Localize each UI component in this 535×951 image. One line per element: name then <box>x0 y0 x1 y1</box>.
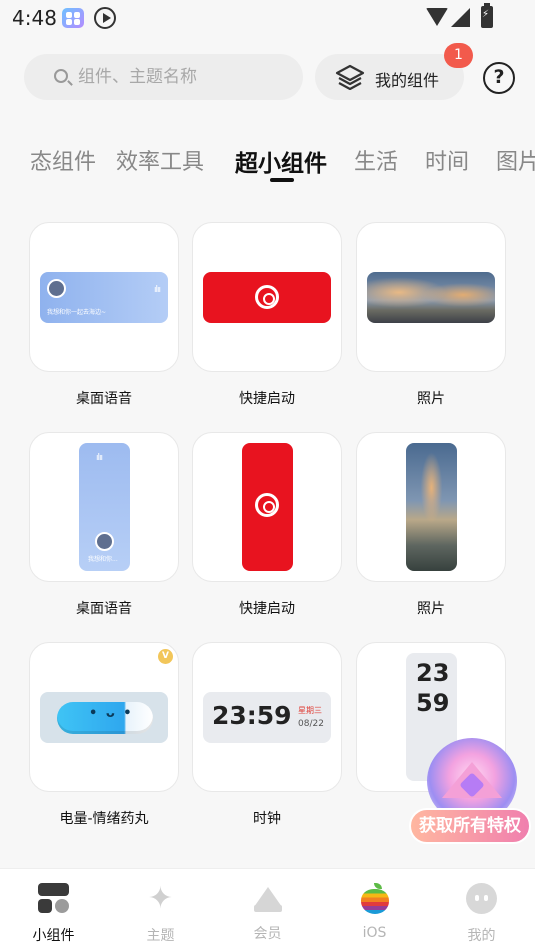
tab-pictures[interactable]: 图片 <box>496 144 535 176</box>
widget-caption: 时钟 <box>253 811 281 827</box>
netease-music-icon <box>255 285 279 309</box>
vip-badge-icon: V <box>158 649 173 664</box>
search-bar[interactable] <box>24 54 303 100</box>
search-input[interactable] <box>78 54 293 100</box>
soundwave-icon: ılıı <box>96 453 103 463</box>
voice-widget-preview: ılıı 我想和你... <box>79 443 130 571</box>
clock-time: 23:59 <box>212 701 292 730</box>
netease-music-icon <box>255 493 279 517</box>
nav-item-mine[interactable]: 我的 <box>428 869 535 951</box>
widget-card-photo-tall[interactable] <box>356 432 506 582</box>
get-all-privileges-button[interactable]: 获取所有特权 <box>409 808 531 844</box>
soundwave-icon: ılıı <box>153 285 161 295</box>
widget-caption: 电量-情绪药丸 <box>59 811 149 827</box>
widget-card-quick-launch-wide[interactable] <box>192 222 342 372</box>
nav-label: 会员 <box>253 926 282 942</box>
battery-charging-icon <box>481 3 493 28</box>
widget-card-quick-launch-tall[interactable] <box>192 432 342 582</box>
clock-date: 08/22 <box>298 719 324 729</box>
photo-preview <box>367 272 495 323</box>
battery-pill-preview: • ᴗ • <box>40 692 168 743</box>
voice-preview-text: 我想和你... <box>88 556 118 563</box>
app-notification-icon <box>62 8 84 28</box>
widget-card-desktop-voice-tall[interactable]: ılıı 我想和你... <box>29 432 179 582</box>
tab-life[interactable]: 生活 <box>354 144 398 176</box>
my-widgets-label: 我的组件 <box>375 71 440 90</box>
my-widgets-button[interactable]: 我的组件 <box>315 54 464 100</box>
active-tab-indicator <box>270 178 294 182</box>
crown-icon <box>252 883 283 914</box>
clock-preview: 23:59 星期三 08/22 <box>203 692 331 743</box>
photo-preview <box>406 443 457 571</box>
voice-widget-preview: ılıı 我想和你一起去海边~ <box>40 272 168 323</box>
apple-icon <box>359 883 390 914</box>
nav-label: 主题 <box>146 928 175 944</box>
nav-label: 我的 <box>467 928 496 944</box>
tab-time[interactable]: 时间 <box>425 144 469 176</box>
tab-mini-widgets[interactable]: 超小组件 <box>235 144 327 178</box>
voice-preview-text: 我想和你一起去海边~ <box>47 309 107 316</box>
my-widgets-badge: 1 <box>444 43 473 68</box>
status-bar: 4:48 <box>0 0 535 36</box>
clock-hours: 23 <box>416 659 450 687</box>
bottom-navigation: 小组件 ✦ 主题 会员 iOS 我的 <box>0 868 535 951</box>
clock-minutes: 59 <box>416 689 450 717</box>
sparkle-icon: ✦ <box>147 881 174 916</box>
nav-label: 小组件 <box>32 928 75 944</box>
quick-launch-preview <box>242 443 293 571</box>
widget-caption: 桌面语音 <box>76 601 132 617</box>
widget-caption: 桌面语音 <box>76 391 132 407</box>
nav-label: iOS <box>362 925 387 941</box>
widget-card-battery-pill[interactable]: V • ᴗ • <box>29 642 179 792</box>
profile-face-icon <box>466 883 497 914</box>
tab-efficiency-tools[interactable]: 效率工具 <box>116 144 204 176</box>
premium-promo[interactable]: 获取所有特权 <box>405 738 533 850</box>
widget-caption: 照片 <box>417 391 445 407</box>
widget-caption: 照片 <box>417 601 445 617</box>
avatar <box>47 279 66 298</box>
search-icon <box>54 69 68 83</box>
widget-grid-icon <box>38 883 69 914</box>
wifi-icon <box>426 8 448 26</box>
clock-weekday: 星期三 <box>298 706 322 715</box>
nav-item-themes[interactable]: ✦ 主题 <box>107 869 214 951</box>
widget-caption: 快捷启动 <box>239 391 295 407</box>
category-tabs: 态组件 效率工具 超小组件 生活 时间 图片 <box>0 140 535 190</box>
pill-icon: • ᴗ • <box>57 702 153 734</box>
layers-icon <box>335 64 365 90</box>
avatar <box>95 532 114 551</box>
widget-caption: 快捷启动 <box>239 601 295 617</box>
pill-face: • ᴗ • <box>89 706 134 721</box>
nav-item-membership[interactable]: 会员 <box>214 869 321 951</box>
nav-item-ios[interactable]: iOS <box>321 869 428 951</box>
nav-item-widgets[interactable]: 小组件 <box>0 869 107 951</box>
help-button[interactable]: ? <box>483 62 515 94</box>
signal-icon <box>451 8 470 27</box>
tab-dynamic-widgets[interactable]: 态组件 <box>30 144 96 176</box>
status-time: 4:48 <box>12 6 57 30</box>
quick-launch-preview <box>203 272 331 323</box>
widget-card-photo-wide[interactable] <box>356 222 506 372</box>
play-notification-icon <box>94 7 116 29</box>
widget-card-desktop-voice-wide[interactable]: ılıı 我想和你一起去海边~ <box>29 222 179 372</box>
widget-card-clock[interactable]: 23:59 星期三 08/22 <box>192 642 342 792</box>
